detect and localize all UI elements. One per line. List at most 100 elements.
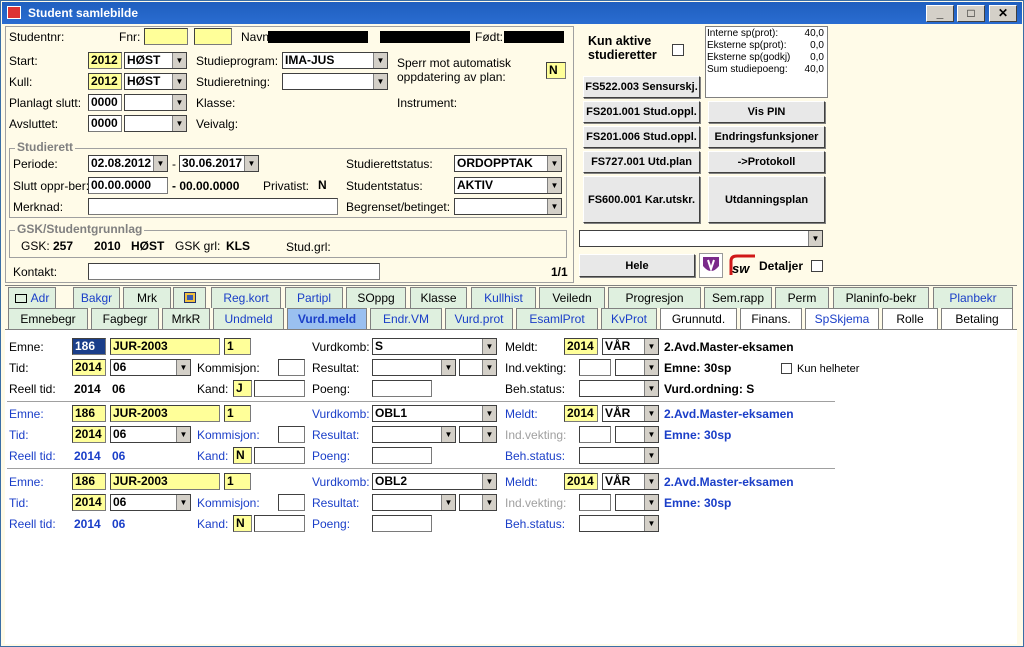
tab-kvprot[interactable]: KvProt	[601, 308, 657, 329]
planlagt-year-field[interactable]: 0000	[88, 94, 122, 111]
tab-icon[interactable]	[173, 287, 206, 308]
sensurskj-button[interactable]: FS522.003 Sensurskj.	[583, 76, 700, 98]
ind-vekting-select[interactable]: ▼	[615, 494, 659, 511]
meldt-term-select[interactable]: VÅR ▼	[602, 338, 659, 355]
tab-perm[interactable]: Perm	[775, 287, 829, 308]
resultat-extra-select[interactable]: ▼	[459, 359, 497, 376]
tab-soppg[interactable]: SOppg	[346, 287, 406, 308]
tid-term-select[interactable]: 06 ▼	[110, 494, 191, 511]
meldt-term-select[interactable]: VÅR ▼	[602, 473, 659, 490]
studieretning-select[interactable]: ▼	[282, 73, 388, 90]
emne-kode-field[interactable]: JUR-2003	[110, 405, 220, 422]
emne-inst-field[interactable]: 186	[72, 338, 106, 355]
tab-adr[interactable]: Adr	[8, 287, 56, 308]
emne-versjon-field[interactable]: 1	[224, 473, 251, 490]
kull-term-select[interactable]: HØST ▼	[124, 73, 187, 90]
tab-planbekr[interactable]: Planbekr	[933, 287, 1013, 308]
studieprogram-select[interactable]: IMA-JUS ▼	[282, 52, 388, 69]
kull-year-field[interactable]: 2012	[88, 73, 122, 90]
studierett-select[interactable]: ▼	[579, 230, 823, 247]
poeng-field[interactable]	[372, 515, 432, 532]
sperr-field[interactable]: N	[546, 62, 566, 79]
tab-undmeld[interactable]: Undmeld	[213, 308, 284, 329]
tab-partipl[interactable]: Partipl	[285, 287, 343, 308]
utd-plan-button[interactable]: FS727.001 Utd.plan	[583, 151, 700, 173]
kand-extra-field[interactable]	[254, 515, 305, 532]
endringsfunksjoner-button[interactable]: Endringsfunksjoner	[708, 126, 825, 148]
begrenset-select[interactable]: ▼	[454, 198, 562, 215]
beh-status-select[interactable]: ▼	[579, 447, 659, 464]
tab-vurdmeld[interactable]: Vurd.meld	[287, 308, 367, 329]
slutt-from-field[interactable]: 00.00.0000	[88, 177, 168, 194]
tab-kullhist[interactable]: Kullhist	[471, 287, 536, 308]
meldt-year-field[interactable]: 2014	[564, 405, 598, 422]
kand-extra-field[interactable]	[254, 380, 305, 397]
merknad-field[interactable]	[88, 198, 338, 215]
tab-mrk[interactable]: Mrk	[123, 287, 171, 308]
emne-inst-field[interactable]: 186	[72, 473, 106, 490]
hele-button[interactable]: Hele	[579, 254, 695, 277]
kontakt-field[interactable]	[88, 263, 380, 280]
periode-from-select[interactable]: 02.08.2012 ▼	[88, 155, 168, 172]
tab-rolle[interactable]: Rolle	[882, 308, 938, 329]
ind-vekting-select[interactable]: ▼	[615, 426, 659, 443]
emne-versjon-field[interactable]: 1	[224, 338, 251, 355]
tid-term-select[interactable]: 06 ▼	[110, 426, 191, 443]
vis-pin-button[interactable]: Vis PIN	[708, 101, 825, 123]
kun-aktive-checkbox[interactable]	[672, 44, 684, 56]
poeng-field[interactable]	[372, 380, 432, 397]
meldt-term-select[interactable]: VÅR ▼	[602, 405, 659, 422]
tab-emnebegr[interactable]: Emnebegr	[8, 308, 88, 329]
emne-versjon-field[interactable]: 1	[224, 405, 251, 422]
beh-status-select[interactable]: ▼	[579, 380, 659, 397]
kand-field[interactable]: N	[233, 447, 252, 464]
tab-grunnutd[interactable]: Grunnutd.	[660, 308, 737, 329]
kommisjon-field[interactable]	[278, 426, 305, 443]
tab-endrvm[interactable]: Endr.VM	[370, 308, 442, 329]
maximize-button[interactable]: □	[957, 5, 985, 22]
kand-field[interactable]: J	[233, 380, 252, 397]
ind-vekting-select[interactable]: ▼	[615, 359, 659, 376]
tid-term-select[interactable]: 06 ▼	[110, 359, 191, 376]
kommisjon-field[interactable]	[278, 494, 305, 511]
tab-vurdprot[interactable]: Vurd.prot	[445, 308, 513, 329]
planlagt-term-select[interactable]: ▼	[124, 94, 187, 111]
vurdkomb-select[interactable]: OBL2 ▼	[372, 473, 497, 490]
tab-veiledn[interactable]: Veiledn	[539, 287, 605, 308]
studentstatus-select[interactable]: AKTIV ▼	[454, 177, 562, 194]
studoppl-201001-button[interactable]: FS201.001 Stud.oppl.	[583, 101, 700, 123]
tid-year-field[interactable]: 2014	[72, 359, 106, 376]
emne-inst-field[interactable]: 186	[72, 405, 106, 422]
resultat-select[interactable]: ▼	[372, 426, 456, 443]
resultat-extra-select[interactable]: ▼	[459, 494, 497, 511]
vurdkomb-select[interactable]: S ▼	[372, 338, 497, 355]
minimize-button[interactable]: _	[926, 5, 954, 22]
avsluttet-year-field[interactable]: 0000	[88, 115, 122, 132]
kun-helheter-checkbox[interactable]	[781, 363, 792, 374]
start-year-field[interactable]: 2012	[88, 52, 122, 69]
ind-vekting-field[interactable]	[579, 359, 611, 376]
kommisjon-field[interactable]	[278, 359, 305, 376]
tab-betaling[interactable]: Betaling	[941, 308, 1013, 329]
detaljer-checkbox[interactable]	[811, 260, 823, 272]
start-term-select[interactable]: HØST ▼	[124, 52, 187, 69]
beh-status-select[interactable]: ▼	[579, 515, 659, 532]
avsluttet-term-select[interactable]: ▼	[124, 115, 187, 132]
studierettstatus-select[interactable]: ORDOPPTAK ▼	[454, 155, 562, 172]
studoppl-201006-button[interactable]: FS201.006 Stud.oppl.	[583, 126, 700, 148]
tab-mrkr[interactable]: MrkR	[162, 308, 210, 329]
tab-finans[interactable]: Finans.	[740, 308, 802, 329]
ind-vekting-field[interactable]	[579, 426, 611, 443]
emne-kode-field[interactable]: JUR-2003	[110, 338, 220, 355]
tab-fagbegr[interactable]: Fagbegr	[91, 308, 159, 329]
utdanningsplan-button[interactable]: Utdanningsplan	[708, 176, 825, 223]
tab-bakgr[interactable]: Bakgr	[73, 287, 120, 308]
close-button[interactable]: ✕	[989, 5, 1017, 22]
kand-field[interactable]: N	[233, 515, 252, 532]
meldt-year-field[interactable]: 2014	[564, 473, 598, 490]
meldt-year-field[interactable]: 2014	[564, 338, 598, 355]
resultat-select[interactable]: ▼	[372, 359, 456, 376]
fnr-field-2[interactable]	[194, 28, 232, 45]
emne-kode-field[interactable]: JUR-2003	[110, 473, 220, 490]
resultat-extra-select[interactable]: ▼	[459, 426, 497, 443]
